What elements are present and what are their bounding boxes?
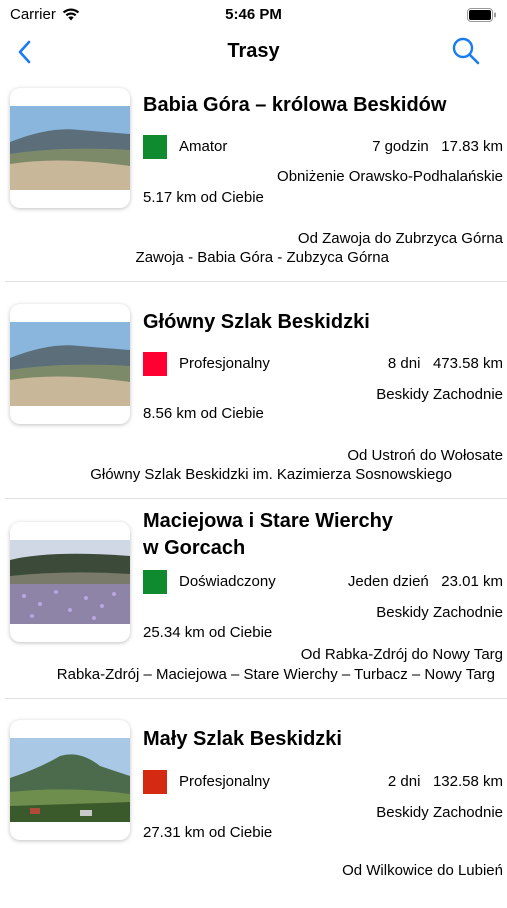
- level-indicator: [143, 352, 167, 376]
- route-waypoints: Rabka-Zdrój – Maciejowa – Stare Wierchy …: [56, 666, 495, 683]
- route-title: Maciejowa i Stare Wierchy w Gorcach: [143, 508, 503, 562]
- route-region: Beskidy Zachodnie: [376, 804, 503, 821]
- route-from-to: Od Rabka-Zdrój do Nowy Targ: [300, 646, 503, 663]
- route-duration: Jeden dzień: [347, 573, 429, 590]
- route-row[interactable]: Mały Szlak Beskidzki Profesjonalny 2 dni…: [0, 718, 507, 908]
- route-waypoints: Zawoja - Babia Góra - Zubzyca Górna: [135, 249, 389, 266]
- route-length: 23.01 km: [441, 573, 503, 590]
- route-region: Obniżenie Orawsko-Podhalańskie: [277, 168, 503, 185]
- mountain-photo: [10, 106, 130, 190]
- route-duration: 2 dni: [387, 773, 421, 790]
- navigation-bar: Trasy: [0, 30, 507, 74]
- route-duration-length: 2 dni 132.58 km: [388, 773, 503, 790]
- route-level: Amator: [179, 138, 228, 155]
- route-distance: 5.17 km od Ciebie: [143, 189, 264, 206]
- route-level: Profesjonalny: [179, 355, 270, 372]
- route-row[interactable]: Główny Szlak Beskidzki Profesjonalny 8 d…: [0, 282, 507, 500]
- route-list: Babia Góra – królowa Beskidów Amator 7 g…: [0, 82, 507, 908]
- route-title: Babia Góra – królowa Beskidów: [143, 94, 447, 116]
- route-duration-length: Jeden dzień 23.01 km: [348, 573, 503, 590]
- route-duration-length: 8 dni 473.58 km: [388, 355, 503, 372]
- level-indicator: [143, 570, 167, 594]
- route-duration-length: 7 godzin 17.83 km: [372, 138, 503, 155]
- route-waypoints: Główny Szlak Beskidzki im. Kazimierza So…: [90, 466, 452, 483]
- mountain-photo: [10, 738, 130, 822]
- route-thumbnail: [10, 522, 130, 642]
- route-length: 17.83 km: [441, 138, 503, 155]
- level-indicator: [143, 135, 167, 159]
- route-row[interactable]: Maciejowa i Stare Wierchy w Gorcach Dośw…: [0, 500, 507, 718]
- status-time: 5:46 PM: [225, 6, 282, 23]
- route-region: Beskidy Zachodnie: [376, 604, 503, 621]
- route-distance: 25.34 km od Ciebie: [143, 624, 273, 641]
- level-indicator: [143, 770, 167, 794]
- status-bar: Carrier 5:46 PM: [0, 0, 507, 28]
- meadow-photo: [10, 540, 130, 624]
- route-length: 473.58 km: [432, 355, 503, 372]
- battery-icon: [467, 8, 496, 22]
- route-level: Doświadczony: [179, 573, 276, 590]
- route-title-line-1: Maciejowa i Stare Wierchy: [143, 510, 393, 532]
- route-distance: 8.56 km od Ciebie: [143, 405, 264, 422]
- route-level: Profesjonalny: [179, 773, 270, 790]
- route-region: Beskidy Zachodnie: [376, 386, 503, 403]
- route-title: Główny Szlak Beskidzki: [143, 311, 370, 333]
- route-thumbnail: [10, 720, 130, 840]
- route-title: Mały Szlak Beskidzki: [143, 728, 342, 750]
- route-length: 132.58 km: [432, 773, 503, 790]
- row-separator: [5, 698, 507, 699]
- route-thumbnail: [10, 88, 130, 208]
- mountain-photo: [10, 322, 130, 406]
- row-separator: [5, 498, 507, 499]
- page-title: Trasy: [227, 40, 280, 62]
- route-title-line-2: w Gorcach: [143, 537, 246, 559]
- search-icon[interactable]: [451, 36, 481, 66]
- route-duration: 7 godzin: [372, 138, 429, 155]
- route-from-to: Od Ustroń do Wołosate: [347, 447, 503, 464]
- route-distance: 27.31 km od Ciebie: [143, 824, 273, 841]
- route-row[interactable]: Babia Góra – królowa Beskidów Amator 7 g…: [0, 82, 507, 282]
- route-from-to: Od Wilkowice do Lubień: [342, 862, 503, 879]
- route-duration: 8 dni: [387, 355, 421, 372]
- route-from-to: Od Zawoja do Zubrzyca Górna: [297, 230, 503, 247]
- route-thumbnail: [10, 304, 130, 424]
